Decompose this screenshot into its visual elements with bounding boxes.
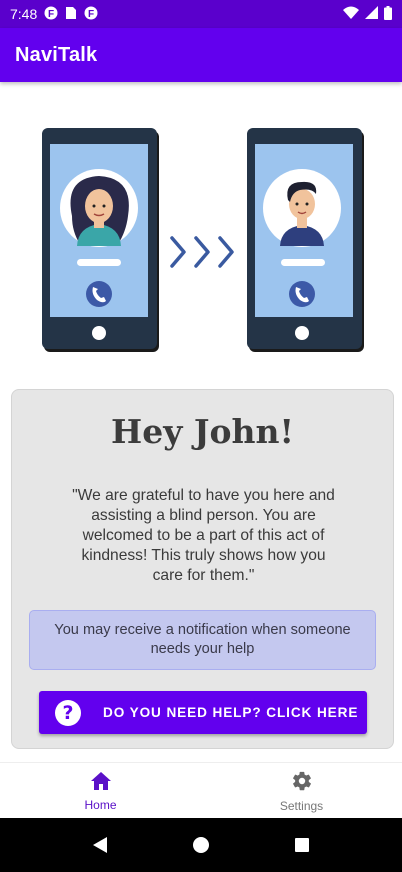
nav-label-home: Home xyxy=(84,798,117,812)
notification-f-icon: F xyxy=(44,6,58,23)
question-icon: ? xyxy=(55,699,81,726)
help-button-label: DO YOU NEED HELP? CLICK HERE xyxy=(103,705,359,720)
notice-text: You may receive a notification when some… xyxy=(54,622,351,657)
status-right xyxy=(343,5,392,23)
notification-f-icon: F xyxy=(84,6,98,23)
welcome-card: Hey John! "We are grateful to have you h… xyxy=(11,389,394,749)
phone-woman-icon xyxy=(42,128,159,352)
phone-man-icon xyxy=(247,128,364,352)
bottom-nav: Home Settings xyxy=(0,762,402,818)
svg-text:F: F xyxy=(48,8,54,19)
status-left: 7:48 F F xyxy=(10,6,98,23)
back-icon[interactable] xyxy=(80,825,120,865)
cellular-signal-icon xyxy=(365,6,378,22)
nav-label-settings: Settings xyxy=(279,799,324,813)
status-bar: 7:48 F F xyxy=(0,0,402,28)
notification-notice: You may receive a notification when some… xyxy=(29,610,376,670)
nav-item-home[interactable]: Home xyxy=(0,763,201,818)
sim-card-icon xyxy=(65,6,77,23)
gear-icon xyxy=(291,770,313,796)
status-time: 7:48 xyxy=(10,6,38,22)
svg-text:F: F xyxy=(88,8,94,19)
home-circle-icon[interactable] xyxy=(181,825,221,865)
battery-icon xyxy=(384,5,392,23)
greeting-title: Hey John! xyxy=(111,412,294,451)
system-nav-bar xyxy=(0,818,402,872)
app-title: NaviTalk xyxy=(15,43,98,66)
wifi-icon xyxy=(343,6,359,23)
nav-item-settings[interactable]: Settings xyxy=(201,763,402,818)
chevron-arrows-icon xyxy=(170,236,234,268)
help-button[interactable]: ? DO YOU NEED HELP? CLICK HERE xyxy=(39,691,367,734)
recents-icon[interactable] xyxy=(282,825,322,865)
hero-illustration xyxy=(0,82,402,382)
home-icon xyxy=(90,771,112,795)
welcome-message: "We are grateful to have you here and as… xyxy=(72,487,335,584)
app-bar: NaviTalk xyxy=(0,28,402,82)
